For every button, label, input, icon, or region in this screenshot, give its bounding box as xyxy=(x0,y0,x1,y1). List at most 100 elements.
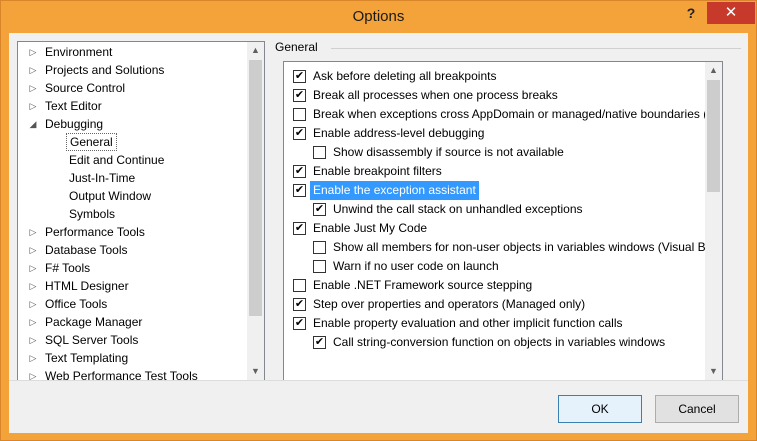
option-checkbox[interactable]: ✔ xyxy=(313,336,326,349)
collapsed-arrow-icon[interactable]: ▷ xyxy=(28,349,38,367)
collapsed-arrow-icon[interactable]: ▷ xyxy=(28,259,38,277)
option-row[interactable]: ✔ Enable the exception assistant xyxy=(284,181,705,200)
option-checkbox[interactable]: ✔ xyxy=(313,203,326,216)
scroll-up-icon[interactable]: ▲ xyxy=(705,62,722,79)
tree-item[interactable]: ▷ Package Manager xyxy=(18,313,247,331)
ok-button[interactable]: OK xyxy=(558,395,642,423)
tree-item-label: Text Editor xyxy=(45,99,102,113)
cancel-button[interactable]: Cancel xyxy=(655,395,739,423)
tree-item[interactable]: ▷ Projects and Solutions xyxy=(18,61,247,79)
tree-item[interactable]: ▷ SQL Server Tools xyxy=(18,331,247,349)
option-label: Unwind the call stack on unhandled excep… xyxy=(333,202,583,216)
tree-item[interactable]: ▷ Source Control xyxy=(18,79,247,97)
option-checkbox[interactable] xyxy=(293,108,306,121)
option-row[interactable]: Enable .NET Framework source stepping xyxy=(284,276,705,295)
collapsed-arrow-icon[interactable]: ▷ xyxy=(28,313,38,331)
collapsed-arrow-icon[interactable]: ▷ xyxy=(28,61,38,79)
scroll-thumb[interactable] xyxy=(707,80,720,192)
close-button[interactable]: ✕ xyxy=(707,2,755,24)
tree-item[interactable]: General xyxy=(18,133,247,151)
collapsed-arrow-icon[interactable]: ▷ xyxy=(28,241,38,259)
option-label: Call string-conversion function on objec… xyxy=(333,335,666,349)
tree-item-label: General xyxy=(66,133,117,151)
title-bar[interactable]: Options ? ✕ xyxy=(1,1,756,33)
window-title: Options xyxy=(352,8,405,25)
tree-scrollbar[interactable]: ▲ ▼ xyxy=(247,42,264,380)
option-row[interactable]: Warn if no user code on launch xyxy=(284,257,705,276)
tree-item-label: Office Tools xyxy=(45,297,108,311)
collapsed-arrow-icon[interactable]: ▷ xyxy=(28,43,38,61)
tree-item[interactable]: Output Window xyxy=(18,187,247,205)
scroll-up-icon[interactable]: ▲ xyxy=(247,42,264,59)
scroll-down-icon[interactable]: ▼ xyxy=(705,363,722,380)
option-label: Step over properties and operators (Mana… xyxy=(313,297,586,311)
tree-item-label: Just-In-Time xyxy=(69,171,136,185)
tree-item[interactable]: ▷ Text Editor xyxy=(18,97,247,115)
option-row[interactable]: ✔ Enable breakpoint filters xyxy=(284,162,705,181)
option-label: Enable breakpoint filters xyxy=(313,164,442,178)
tree-item[interactable]: ▷ F# Tools xyxy=(18,259,247,277)
tree-item[interactable]: ▷ Text Templating xyxy=(18,349,247,367)
option-row[interactable]: ✔ Unwind the call stack on unhandled exce… xyxy=(284,200,705,219)
tree-item-label: Performance Tools xyxy=(45,225,145,239)
option-row[interactable]: ✔ Break all processes when one process br… xyxy=(284,86,705,105)
tree-item[interactable]: ▷ Database Tools xyxy=(18,241,247,259)
option-label: Enable Just My Code xyxy=(313,221,428,235)
option-checkbox[interactable] xyxy=(313,146,326,159)
tree-item-label: Environment xyxy=(45,45,113,59)
option-label: Break all processes when one process bre… xyxy=(313,88,558,102)
option-checkbox[interactable]: ✔ xyxy=(293,298,306,311)
tree-item[interactable]: Just-In-Time xyxy=(18,169,247,187)
option-row[interactable]: Break when exceptions cross AppDomain or… xyxy=(284,105,717,124)
option-label: Enable address-level debugging xyxy=(313,126,485,140)
option-checkbox[interactable]: ✔ xyxy=(293,127,306,140)
collapsed-arrow-icon[interactable]: ▷ xyxy=(28,331,38,349)
options-scrollbar[interactable]: ▲ ▼ xyxy=(705,62,722,380)
tree-item-label: Source Control xyxy=(45,81,126,95)
tree-item-label: Text Templating xyxy=(45,351,129,365)
option-checkbox[interactable]: ✔ xyxy=(293,222,306,235)
expanded-arrow-icon[interactable]: ◢ xyxy=(28,115,38,133)
option-checkbox[interactable]: ✔ xyxy=(293,89,306,102)
option-row[interactable]: ✔ Enable address-level debugging xyxy=(284,124,705,143)
option-row[interactable]: Show disassembly if source is not availa… xyxy=(284,143,705,162)
tree-item[interactable]: ▷ HTML Designer xyxy=(18,277,247,295)
tree-item[interactable]: Symbols xyxy=(18,205,247,223)
tree-item[interactable]: ◢ Debugging xyxy=(18,115,247,133)
option-checkbox[interactable] xyxy=(313,260,326,273)
option-label: Enable property evaluation and other imp… xyxy=(313,316,623,330)
option-row[interactable]: ✔ Ask before deleting all breakpoints xyxy=(284,67,705,86)
option-row[interactable]: ✔ Enable Just My Code xyxy=(284,219,705,238)
collapsed-arrow-icon[interactable]: ▷ xyxy=(28,79,38,97)
option-label: Warn if no user code on launch xyxy=(333,259,499,273)
collapsed-arrow-icon[interactable]: ▷ xyxy=(28,367,38,385)
option-row[interactable]: ✔ Enable property evaluation and other im… xyxy=(284,314,705,333)
option-row[interactable]: ✔ Call string-conversion function on obje… xyxy=(284,333,705,352)
tree-item[interactable]: Edit and Continue xyxy=(18,151,247,169)
tree-item[interactable]: ▷ Environment xyxy=(18,43,247,61)
help-button[interactable]: ? xyxy=(679,5,703,27)
option-checkbox[interactable]: ✔ xyxy=(293,165,306,178)
tree-item-label: Projects and Solutions xyxy=(45,63,165,77)
scroll-thumb[interactable] xyxy=(249,60,262,316)
collapsed-arrow-icon[interactable]: ▷ xyxy=(28,97,38,115)
collapsed-arrow-icon[interactable]: ▷ xyxy=(28,295,38,313)
collapsed-arrow-icon[interactable]: ▷ xyxy=(28,277,38,295)
option-checkbox[interactable] xyxy=(313,241,326,254)
option-checkbox[interactable]: ✔ xyxy=(293,184,306,197)
option-label: Break when exceptions cross AppDomain or… xyxy=(313,107,718,121)
tree-item-label: Package Manager xyxy=(45,315,143,329)
option-checkbox[interactable] xyxy=(293,279,306,292)
tree-item-label: Debugging xyxy=(45,117,104,131)
tree-item[interactable]: ▷ Web Performance Test Tools xyxy=(18,367,247,385)
tree-item[interactable]: ▷ Performance Tools xyxy=(18,223,247,241)
option-row[interactable]: Show all members for non-user objects in… xyxy=(284,238,712,257)
option-row[interactable]: ✔ Step over properties and operators (Man… xyxy=(284,295,705,314)
option-checkbox[interactable]: ✔ xyxy=(293,317,306,330)
dialog-client: ▷ Environment ▷ Projects and Solutions ▷ Sour… xyxy=(9,33,748,433)
scroll-down-icon[interactable]: ▼ xyxy=(247,363,264,380)
collapsed-arrow-icon[interactable]: ▷ xyxy=(28,223,38,241)
tree-item[interactable]: ▷ Office Tools xyxy=(18,295,247,313)
category-tree: ▷ Environment ▷ Projects and Solutions ▷ Sour… xyxy=(17,41,265,383)
option-checkbox[interactable]: ✔ xyxy=(293,70,306,83)
